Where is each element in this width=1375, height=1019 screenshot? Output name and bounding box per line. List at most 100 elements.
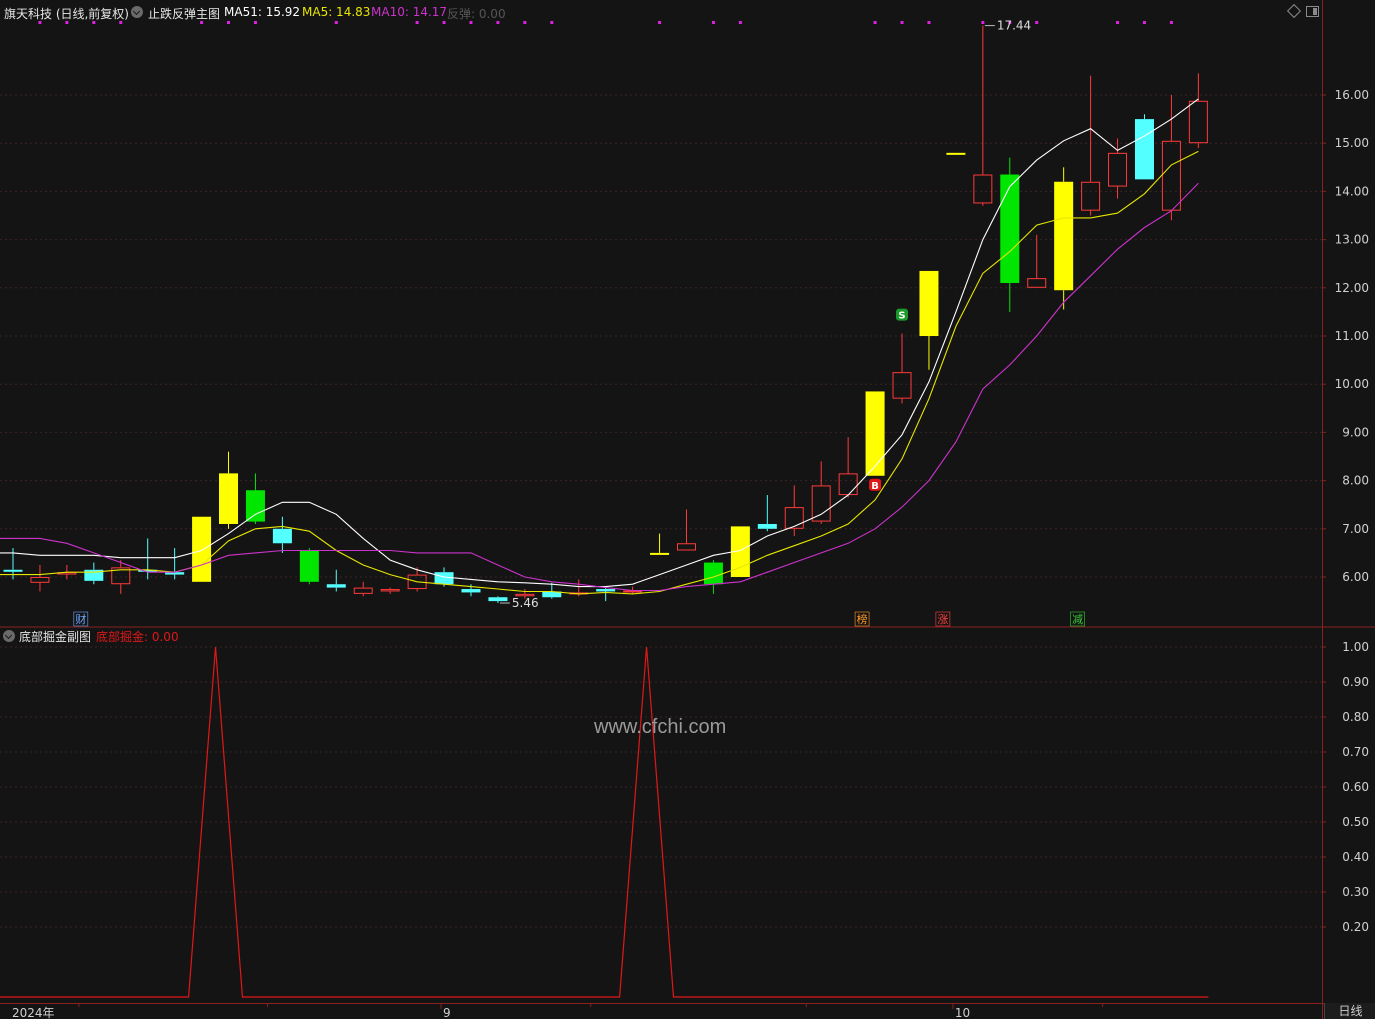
candle[interactable]	[865, 391, 885, 476]
y-tick-label: 12.00	[1335, 281, 1369, 295]
candle[interactable]	[326, 569, 346, 592]
candle[interactable]	[138, 538, 158, 580]
signal-dot	[415, 21, 419, 24]
candle-body	[434, 572, 454, 585]
period-tab-daily[interactable]: 日线	[1324, 1003, 1375, 1019]
signal-dot	[442, 21, 446, 24]
candle-body	[1027, 278, 1047, 288]
candle[interactable]	[1081, 75, 1101, 216]
price-annotation-label: 5.46	[512, 596, 539, 610]
candle[interactable]	[1027, 234, 1047, 288]
candle-body	[811, 485, 831, 522]
candle[interactable]	[677, 509, 696, 551]
candle[interactable]	[84, 562, 104, 585]
y-tick-label: 6.00	[1342, 570, 1369, 584]
candle-body	[461, 589, 481, 593]
candle[interactable]	[1054, 167, 1074, 310]
price-annotation-label: 17.44	[997, 19, 1031, 33]
candle[interactable]	[245, 473, 265, 524]
candle-body	[596, 589, 616, 592]
candle-body	[380, 589, 400, 592]
candles-group[interactable]	[3, 25, 1208, 604]
candle[interactable]	[165, 548, 185, 580]
signal-dot	[658, 21, 662, 24]
y-tick-label: 1.00	[1342, 640, 1369, 654]
y-tick-label: 14.00	[1335, 184, 1369, 198]
candle-body	[865, 391, 885, 476]
x-axis-year-label: 2024年	[12, 1006, 55, 1019]
signal-dot	[900, 21, 904, 24]
candle-body	[488, 597, 508, 602]
candle[interactable]	[1134, 114, 1154, 180]
candle-body	[272, 528, 292, 544]
sub-indicator-name[interactable]: 底部掘金副图	[19, 628, 91, 645]
y-tick-label: 0.70	[1342, 745, 1369, 759]
ma10-readout: MA10: 14.17	[371, 5, 448, 19]
signal-dot	[253, 21, 257, 24]
signal-dot	[1035, 21, 1039, 24]
candle[interactable]	[1188, 73, 1208, 149]
signal-marker-label: B	[871, 481, 879, 492]
main-indicator-name[interactable]: 止跌反弹主图	[148, 5, 220, 22]
candle-body	[30, 577, 50, 583]
event-tag: 榜	[857, 612, 868, 626]
candle[interactable]	[973, 25, 993, 206]
x-tick-label: 9	[443, 1006, 451, 1019]
signal-marker-label: S	[898, 311, 905, 322]
candle[interactable]	[353, 581, 373, 597]
y-tick-label: 0.80	[1342, 710, 1369, 724]
signal-dot	[523, 21, 527, 24]
candle-body	[192, 516, 212, 582]
y-tick-label: 0.50	[1342, 815, 1369, 829]
signal-dot	[1169, 21, 1173, 24]
candle-body	[784, 507, 804, 529]
signal-dot	[227, 21, 231, 24]
y-tick-label: 8.00	[1342, 474, 1369, 488]
candle[interactable]	[757, 495, 777, 532]
y-tick-label: 11.00	[1335, 329, 1369, 343]
candle-body	[946, 152, 966, 155]
stock-title: 旗天科技 (日线,前复权)	[4, 7, 129, 21]
signal-dot	[334, 21, 338, 24]
candle[interactable]	[380, 587, 400, 594]
y-tick-label: 10.00	[1335, 377, 1369, 391]
candle[interactable]	[650, 533, 670, 555]
candle[interactable]	[946, 152, 966, 155]
candle-body	[892, 372, 912, 399]
candle-body	[3, 569, 23, 572]
stock-chart-canvas[interactable]: 17.44 5.46 B S 财 榜 涨 减 6.00 7.00 8.00 9.00 10.00 11.…	[0, 0, 1375, 1019]
candle-body	[757, 523, 777, 529]
signal-dot	[981, 21, 985, 24]
candle[interactable]	[488, 596, 508, 604]
signal-dot	[711, 21, 715, 24]
candle-body	[1188, 100, 1208, 144]
signal-dot	[927, 21, 931, 24]
candle-body	[1134, 119, 1154, 180]
window-toggle-icon[interactable]	[1306, 6, 1319, 17]
candle[interactable]	[299, 548, 319, 585]
sub-indicator-readout: 底部掘金: 0.00	[96, 630, 179, 644]
event-tag: 减	[1072, 613, 1083, 626]
moving-averages	[0, 98, 1199, 595]
candle-body	[838, 473, 858, 496]
candle-body	[245, 490, 265, 522]
main-grid	[0, 94, 1322, 578]
y-tick-label: 0.40	[1342, 850, 1369, 864]
sub-indicator-dropdown-icon[interactable]	[3, 630, 15, 642]
candle[interactable]	[892, 333, 912, 404]
candle[interactable]	[219, 451, 239, 529]
candle[interactable]	[919, 270, 939, 370]
candle-body	[1108, 152, 1128, 187]
candle[interactable]	[272, 516, 292, 553]
candle-body	[623, 590, 643, 593]
candle-body	[677, 543, 696, 551]
candle-body	[1054, 181, 1074, 291]
ma51-line	[0, 98, 1199, 588]
candle[interactable]	[192, 516, 212, 582]
event-tag: 财	[75, 612, 86, 626]
main-indicator-dropdown-icon[interactable]	[131, 6, 143, 18]
y-tick-label: 0.60	[1342, 780, 1369, 794]
chart-window: { "main_header": { "stock": "旗天科技 (日线,前复…	[0, 0, 1375, 1019]
candle-body	[1000, 174, 1020, 283]
candle[interactable]	[30, 564, 50, 592]
